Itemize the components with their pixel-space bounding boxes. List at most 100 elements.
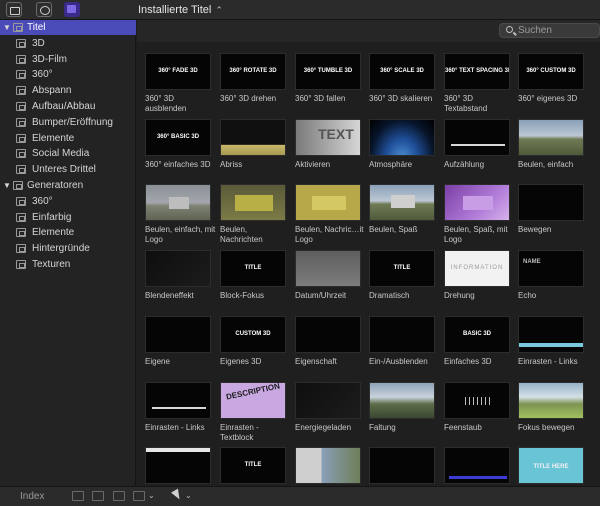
title-thumbnail[interactable]: CUSTOM 3D: [220, 316, 286, 353]
chevron-down-icon[interactable]: ⌄: [148, 491, 155, 500]
audio-browser-icon[interactable]: [36, 2, 52, 17]
sidebar-item[interactable]: 3D-Film: [0, 52, 136, 67]
select-tool-icon[interactable]: [171, 488, 183, 502]
title-thumbnail[interactable]: INFORMATION: [444, 250, 510, 287]
title-thumbnail[interactable]: [145, 447, 211, 484]
disclosure-triangle-icon[interactable]: ▼: [3, 20, 11, 35]
title-thumbnail[interactable]: [295, 382, 361, 419]
title-thumbnail[interactable]: 360° SCALE 3D: [369, 53, 435, 90]
title-thumbnail[interactable]: 360° BASIC 3D: [145, 119, 211, 156]
tool-menu-chevron-icon[interactable]: ⌄: [185, 491, 192, 500]
title-caption: 360° 3D drehen: [220, 94, 277, 103]
sidebar-item[interactable]: 360°: [0, 194, 136, 209]
title-thumbnail[interactable]: [369, 119, 435, 156]
list-view-icon[interactable]: [133, 491, 145, 501]
title-thumbnail[interactable]: [518, 382, 584, 419]
title-thumbnail[interactable]: NAME: [518, 250, 584, 287]
title-thumbnail[interactable]: [145, 316, 211, 353]
disclosure-triangle-icon[interactable]: ▼: [3, 178, 11, 193]
title-caption: 360° 3D Textabstand: [444, 94, 488, 113]
search-input[interactable]: [518, 24, 598, 37]
title-thumbnail[interactable]: [369, 447, 435, 484]
title-caption: Beulen, Nachrichten: [220, 225, 263, 244]
sidebar-item-label: Abspann: [32, 85, 72, 96]
library-title-dropdown[interactable]: Installierte Titel ⌃: [138, 4, 223, 16]
title-thumbnail[interactable]: 360° ROTATE 3D: [220, 53, 286, 90]
title-thumbnail[interactable]: [518, 316, 584, 353]
sidebar-item[interactable]: Texturen: [0, 257, 136, 272]
title-caption: Feenstaub: [444, 423, 482, 432]
title-thumbnail[interactable]: [518, 119, 584, 156]
title-thumbnail[interactable]: 360° TUMBLE 3D: [295, 53, 361, 90]
thumbnail-text: 360° CUSTOM 3D: [526, 68, 576, 74]
category-icon: [16, 228, 26, 237]
title-thumbnail[interactable]: TITLE: [369, 250, 435, 287]
index-button[interactable]: Index: [20, 491, 44, 502]
sidebar-item[interactable]: Abspann: [0, 83, 136, 98]
title-thumbnail[interactable]: [145, 250, 211, 287]
category-icon: [16, 118, 26, 127]
clip-height-icon[interactable]: [92, 491, 104, 501]
bottom-bar: Index ⌄ ⌄: [0, 486, 600, 506]
sidebar-item[interactable]: Social Media: [0, 146, 136, 161]
sidebar-item[interactable]: Bumper/Eröffnung: [0, 115, 136, 130]
title-caption: Datum/Uhrzeit: [295, 291, 347, 300]
title-thumbnail[interactable]: [220, 184, 286, 221]
title-caption: Abriss: [220, 160, 243, 169]
title-thumbnail[interactable]: [295, 250, 361, 287]
category-icon: [13, 23, 23, 32]
title-thumbnail[interactable]: TITLE: [220, 447, 286, 484]
title-thumbnail[interactable]: [444, 447, 510, 484]
thumbnail-text: INFORMATION: [450, 265, 504, 271]
sidebar-group-titel[interactable]: ▼ Titel: [0, 20, 136, 35]
sidebar-item[interactable]: Aufbau/Abbau: [0, 99, 136, 114]
category-icon: [16, 102, 26, 111]
title-thumbnail[interactable]: [295, 316, 361, 353]
sidebar-item[interactable]: 3D: [0, 36, 136, 51]
category-icon: [13, 181, 23, 190]
sidebar-item[interactable]: Elemente: [0, 225, 136, 240]
title-thumbnail[interactable]: TITLE: [220, 250, 286, 287]
sidebar-item[interactable]: Elemente: [0, 131, 136, 146]
sidebar-item-label: Aufbau/Abbau: [32, 101, 96, 112]
title-caption: Aufzählung: [444, 160, 485, 169]
title-thumbnail[interactable]: 360° FADE 3D: [145, 53, 211, 90]
clip-appearance-icon[interactable]: [72, 491, 84, 501]
title-thumbnail[interactable]: 360° CUSTOM 3D: [518, 53, 584, 90]
title-thumbnail[interactable]: [444, 119, 510, 156]
title-caption: Beulen, Spaß: [369, 225, 418, 234]
title-thumbnail[interactable]: [295, 447, 361, 484]
title-thumbnail[interactable]: [145, 184, 211, 221]
titles-generators-icon[interactable]: [64, 2, 80, 17]
sidebar-item[interactable]: 360°: [0, 67, 136, 82]
filmstrip-icon[interactable]: [113, 491, 125, 501]
sidebar-item[interactable]: Hintergründe: [0, 241, 136, 256]
thumbnail-text: DESCRIPTION: [225, 382, 281, 402]
title-thumbnail[interactable]: [518, 184, 584, 221]
sidebar-item-label: Bumper/Eröffnung: [32, 117, 113, 128]
title-thumbnail[interactable]: [369, 316, 435, 353]
category-icon: [16, 134, 26, 143]
title-thumbnail[interactable]: [220, 119, 286, 156]
sidebar-group-generatoren[interactable]: ▼ Generatoren: [0, 178, 136, 193]
media-browser-icon[interactable]: [6, 2, 22, 17]
sidebar-item[interactable]: Unteres Drittel: [0, 162, 136, 177]
title-thumbnail[interactable]: TITLE HERE: [518, 447, 584, 484]
title-thumbnail[interactable]: 360° TEXT SPACING 3D: [444, 53, 510, 90]
title-thumbnail[interactable]: [369, 382, 435, 419]
search-field[interactable]: [499, 23, 600, 38]
title-thumbnail[interactable]: DESCRIPTION: [220, 382, 286, 419]
title-caption: Beulen, einfach, mit Logo: [145, 225, 216, 244]
title-thumbnail[interactable]: [444, 382, 510, 419]
title-caption: Dramatisch: [369, 291, 410, 300]
sidebar-item[interactable]: Einfarbig: [0, 210, 136, 225]
thumbnail-text: TITLE: [244, 462, 262, 468]
title-thumbnail[interactable]: [295, 119, 361, 156]
title-thumbnail[interactable]: [369, 184, 435, 221]
title-thumbnail[interactable]: BASIC 3D: [444, 316, 510, 353]
category-icon: [16, 244, 26, 253]
title-thumbnail[interactable]: [145, 382, 211, 419]
title-thumbnail[interactable]: [444, 184, 510, 221]
category-icon: [16, 197, 26, 206]
title-thumbnail[interactable]: [295, 184, 361, 221]
